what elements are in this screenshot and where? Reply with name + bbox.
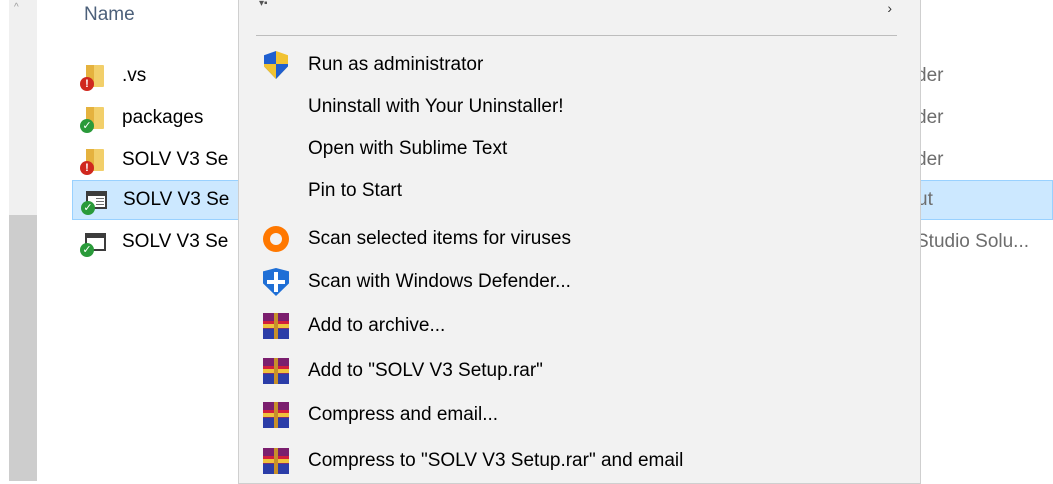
chevron-right-icon: ›	[887, 0, 892, 16]
menu-item-open-with-sublime[interactable]: Open with Sublime Text	[240, 128, 919, 170]
nav-scrollbar-thumb[interactable]	[9, 215, 37, 481]
file-name: packages	[122, 107, 204, 128]
menu-item-pin-to-start[interactable]: Pin to Start	[240, 170, 919, 212]
menu-item-label: Add to "SOLV V3 Setup.rar"	[308, 360, 543, 381]
chevron-up-icon[interactable]: ^	[14, 3, 24, 13]
menu-item-label: Scan with Windows Defender...	[308, 271, 571, 292]
folder-sync-ok-icon: ✓	[80, 105, 108, 133]
folder-error-icon: !	[80, 63, 108, 91]
menu-separator	[256, 35, 897, 36]
menu-item-label: Run as administrator	[308, 54, 484, 75]
uac-shield-icon	[262, 51, 290, 79]
menu-item-add-to-rar[interactable]: Add to "SOLV V3 Setup.rar"	[240, 350, 919, 392]
file-type: Studio Solu...	[916, 231, 1030, 252]
file-name: SOLV V3 Se	[122, 149, 229, 170]
name-column-header[interactable]: Name	[84, 4, 135, 26]
winrar-icon	[262, 357, 290, 385]
navigation-pane: ^	[0, 0, 39, 481]
context-menu: ▾▪ › Run as administrator Uninstall with…	[238, 0, 921, 484]
menu-item-label: Scan selected items for viruses	[308, 228, 571, 249]
menu-item-compress-to-rar-and-email[interactable]: Compress to "SOLV V3 Setup.rar" and emai…	[240, 440, 919, 482]
menu-item-label: Compress to "SOLV V3 Setup.rar" and emai…	[308, 450, 684, 471]
winrar-icon	[262, 401, 290, 429]
menu-item-label: Pin to Start	[308, 180, 402, 201]
menu-item-icon-fragment: ▾▪	[259, 0, 268, 9]
file-name: SOLV V3 Se	[122, 231, 229, 252]
windows-defender-icon	[262, 268, 290, 296]
menu-item-scan-viruses[interactable]: Scan selected items for viruses	[240, 218, 919, 260]
menu-item-label: Compress and email...	[308, 404, 499, 425]
file-name: .vs	[122, 65, 147, 86]
winrar-icon	[262, 447, 290, 475]
app-file-ok-icon: ✓	[81, 187, 109, 215]
file-name: SOLV V3 Se	[123, 189, 230, 210]
menu-item-add-to-archive[interactable]: Add to archive...	[240, 305, 919, 347]
window-file-ok-icon: ✓	[80, 229, 108, 257]
winrar-icon	[262, 312, 290, 340]
folder-error-icon: !	[80, 147, 108, 175]
menu-item-uninstall[interactable]: Uninstall with Your Uninstaller!	[240, 86, 919, 128]
menu-item-compress-and-email[interactable]: Compress and email...	[240, 394, 919, 436]
menu-item-scan-defender[interactable]: Scan with Windows Defender...	[240, 261, 919, 303]
avast-icon	[262, 225, 290, 253]
menu-item-label: Open with Sublime Text	[308, 138, 508, 159]
menu-item-run-as-administrator[interactable]: Run as administrator	[240, 44, 919, 86]
menu-item-label: Uninstall with Your Uninstaller!	[308, 96, 564, 117]
menu-item-label: Add to archive...	[308, 315, 446, 336]
